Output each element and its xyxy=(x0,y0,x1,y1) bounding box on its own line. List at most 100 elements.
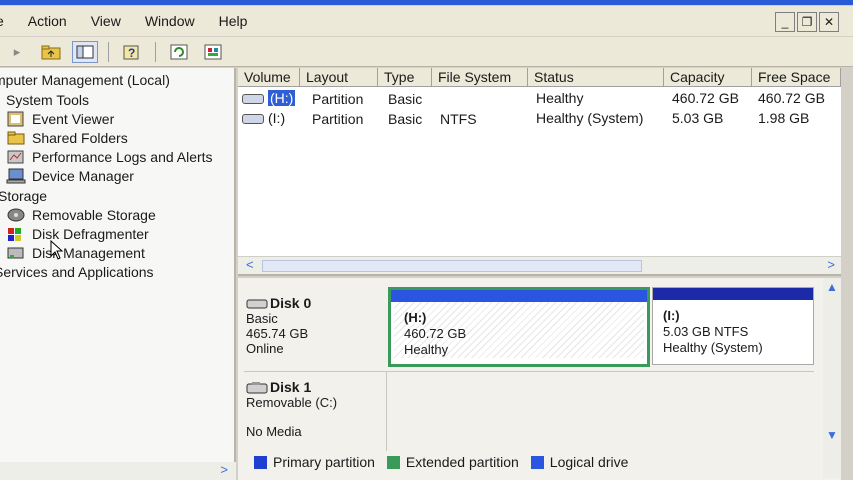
volume-list: Volume Layout Type File System Status Ca… xyxy=(238,68,841,276)
disk-0-label[interactable]: Disk 0 Basic 465.74 GB Online xyxy=(246,295,384,357)
disk-state: Online xyxy=(246,341,284,356)
capacity-cell: 460.72 GB xyxy=(672,90,739,106)
legend: Primary partition Extended partition Log… xyxy=(254,454,628,470)
free-space-cell: 1.98 GB xyxy=(758,110,810,126)
volume-name: (I:) xyxy=(268,110,286,126)
defragmenter-icon xyxy=(8,228,21,241)
tree-item-computer-management[interactable]: mputer Management (Local) xyxy=(0,72,170,88)
menu-window[interactable]: Window xyxy=(133,13,207,29)
partition-status: Healthy (System) xyxy=(663,340,763,355)
disk-type: Basic xyxy=(246,311,278,326)
partition-i[interactable]: (I:) 5.03 GB NTFS Healthy (System) xyxy=(652,287,814,365)
restore-button[interactable]: ❐ xyxy=(797,12,817,32)
partition-size: 460.72 GB xyxy=(404,326,467,341)
volume-list-horizontal-scrollbar[interactable]: < > xyxy=(238,256,841,274)
tree-item-system-tools[interactable]: System Tools xyxy=(6,92,89,108)
tree-item-label: Removable Storage xyxy=(32,207,156,223)
scroll-up-icon[interactable]: ▲ xyxy=(826,280,838,294)
column-header-status[interactable]: Status xyxy=(528,68,664,87)
legend-swatch xyxy=(530,455,544,469)
refresh-button[interactable] xyxy=(166,41,192,63)
volume-cell: (H:) xyxy=(242,90,296,106)
disk-size: 465.74 GB xyxy=(246,326,309,341)
scroll-down-icon[interactable]: ▼ xyxy=(826,428,838,442)
tree-item-disk-management[interactable]: Disk Management xyxy=(6,245,145,261)
tree-item-label: Services and Applications xyxy=(0,264,154,280)
folder-up-icon xyxy=(41,45,61,59)
tree-item-storage[interactable]: Storage xyxy=(0,188,47,204)
device-manager-icon xyxy=(6,168,26,184)
tree-item-label: Disk Management xyxy=(32,245,145,261)
scrollbar-thumb[interactable] xyxy=(262,260,642,272)
filesystem-cell: NTFS xyxy=(440,111,477,127)
tree-item-label: Device Manager xyxy=(32,168,134,184)
tree-item-disk-defragmenter[interactable]: Disk Defragmenter xyxy=(6,226,149,242)
close-icon: ✕ xyxy=(823,15,835,29)
help-button[interactable]: ? xyxy=(119,41,145,63)
tree-item-label: Event Viewer xyxy=(32,111,115,127)
partition-status: Healthy xyxy=(404,342,449,357)
layout-cell: Partition xyxy=(312,111,364,127)
tree-item-device-manager[interactable]: Device Manager xyxy=(6,168,134,184)
tree-item-shared-folders[interactable]: Shared Folders xyxy=(6,130,128,146)
column-header-type[interactable]: Type xyxy=(378,68,432,87)
restore-icon: ❐ xyxy=(801,15,813,29)
removable-storage-icon xyxy=(7,208,25,222)
disk-name: Disk 1 xyxy=(270,379,312,395)
disk-media: No Media xyxy=(246,424,302,439)
console-tree: mputer Management (Local) System Tools E… xyxy=(0,68,236,480)
console-tree-icon xyxy=(76,45,94,58)
divider xyxy=(244,371,814,372)
partition-h[interactable]: (H:) 460.72 GB Healthy xyxy=(388,287,650,367)
column-header-volume[interactable]: Volume xyxy=(238,68,300,87)
show-hide-tree-button[interactable] xyxy=(72,40,98,63)
close-button[interactable]: ✕ xyxy=(819,12,839,32)
disk-view-vertical-scrollbar[interactable]: ▲ ▼ xyxy=(823,278,841,478)
tree-item-label: System Tools xyxy=(6,92,89,108)
drive-icon xyxy=(242,94,264,105)
disk-type: Removable (C:) xyxy=(246,395,338,410)
window-controls: _ ❐ ✕ xyxy=(775,12,839,32)
disk-management-icon xyxy=(7,247,24,259)
scroll-right-icon[interactable]: > xyxy=(220,462,228,477)
free-space-cell: 460.72 GB xyxy=(758,90,825,106)
column-header-file-system[interactable]: File System xyxy=(432,68,528,87)
tree-item-removable-storage[interactable]: Removable Storage xyxy=(6,207,156,223)
minimize-button[interactable]: _ xyxy=(775,12,795,32)
menu-help[interactable]: Help xyxy=(207,13,260,29)
menu-action[interactable]: Action xyxy=(16,13,79,29)
scroll-right-icon[interactable]: > xyxy=(827,257,835,272)
back-button[interactable]: ▸ xyxy=(4,41,30,63)
column-header-capacity[interactable]: Capacity xyxy=(664,68,752,87)
menu-view[interactable]: View xyxy=(79,13,133,29)
type-cell: Basic xyxy=(388,111,423,127)
tree-item-services-applications[interactable]: Services and Applications xyxy=(0,264,154,280)
column-header-layout[interactable]: Layout xyxy=(300,68,378,87)
tree-item-event-viewer[interactable]: Event Viewer xyxy=(6,111,114,127)
tree-item-label: Shared Folders xyxy=(32,130,128,146)
refresh-icon xyxy=(170,44,188,59)
performance-icon xyxy=(7,150,24,164)
volume-cell: (I:) xyxy=(242,110,285,126)
mouse-cursor-icon xyxy=(50,240,64,260)
menu-bar: e Action View Window Help _ ❐ ✕ xyxy=(0,6,853,36)
table-row[interactable]: (I:) Partition Basic NTFS Healthy (Syste… xyxy=(238,110,841,129)
up-folder-button[interactable] xyxy=(38,41,64,63)
back-arrow-icon: ▸ xyxy=(13,43,21,59)
disk-1-label[interactable]: Disk 1 Removable (C:) No Media xyxy=(246,379,384,440)
type-cell: Basic xyxy=(388,91,423,107)
tree-horizontal-scrollbar[interactable]: > xyxy=(0,462,236,480)
table-row[interactable]: (H:) Partition Basic Healthy 460.72 GB 4… xyxy=(238,90,841,109)
title-bar xyxy=(0,0,853,5)
disk-name: Disk 0 xyxy=(270,295,312,311)
properties-button[interactable] xyxy=(200,41,226,63)
tree-item-performance-logs[interactable]: Performance Logs and Alerts xyxy=(6,149,213,165)
toolbar-separator xyxy=(155,41,156,62)
tree-item-label: Storage xyxy=(0,188,48,204)
column-header-free-space[interactable]: Free Space xyxy=(752,68,841,87)
scroll-left-icon[interactable]: < xyxy=(246,257,254,272)
partition-bar xyxy=(391,290,647,302)
drive-icon xyxy=(242,114,264,125)
legend-label: Primary partition xyxy=(273,454,375,470)
menu-file[interactable]: e xyxy=(0,13,16,29)
